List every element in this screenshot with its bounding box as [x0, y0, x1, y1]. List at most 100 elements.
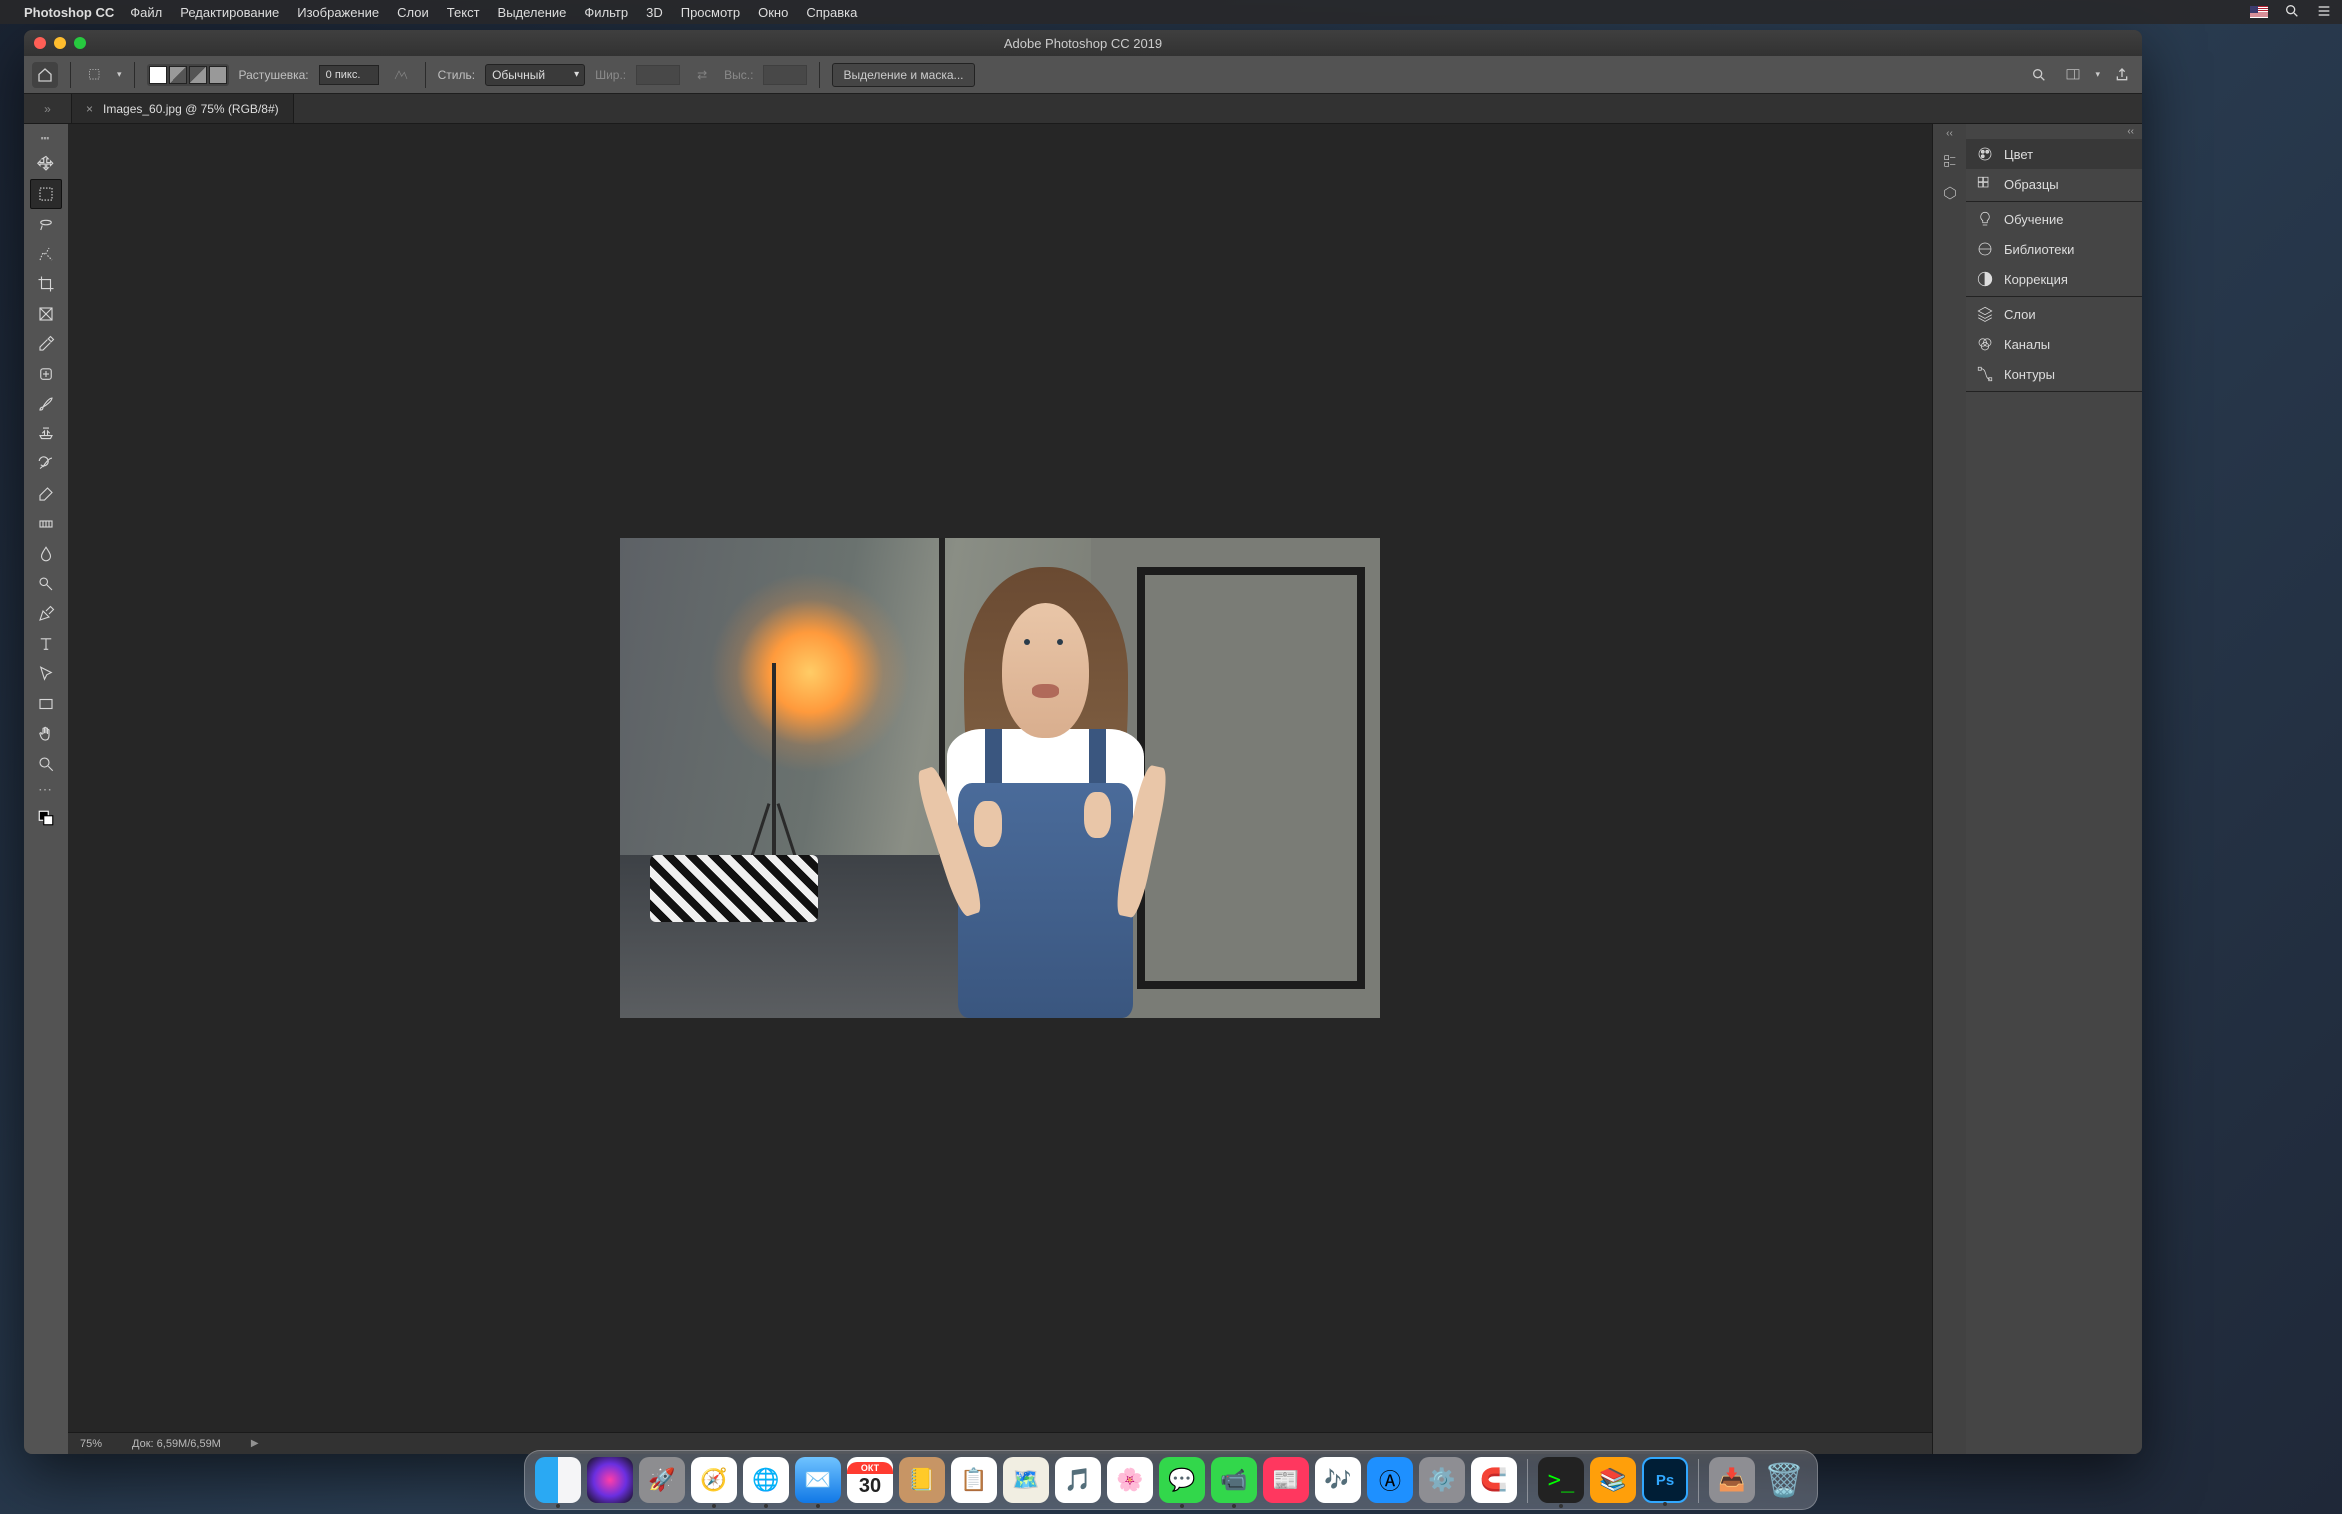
eraser-tool[interactable]	[30, 479, 62, 509]
panel-layers[interactable]: Слои	[1966, 299, 2142, 329]
menu-image[interactable]: Изображение	[297, 5, 379, 20]
tab-overflow-icon[interactable]: »	[24, 94, 72, 123]
document-tab[interactable]: × Images_60.jpg @ 75% (RGB/8#)	[72, 94, 294, 123]
gradient-tool[interactable]	[30, 509, 62, 539]
dock-trash[interactable]: 🗑️	[1761, 1457, 1807, 1503]
foreground-background-colors[interactable]	[30, 800, 62, 836]
dock-mail[interactable]: ✉️	[795, 1457, 841, 1503]
dock-launchpad[interactable]: 🚀	[639, 1457, 685, 1503]
frame-tool[interactable]	[30, 299, 62, 329]
window-titlebar[interactable]: Adobe Photoshop CC 2019	[24, 30, 2142, 56]
feather-input[interactable]	[319, 65, 379, 85]
pen-tool[interactable]	[30, 599, 62, 629]
panel-paths[interactable]: Контуры	[1966, 359, 2142, 389]
menu-select[interactable]: Выделение	[498, 5, 567, 20]
panel-libraries[interactable]: Библиотеки	[1966, 234, 2142, 264]
move-tool[interactable]	[30, 149, 62, 179]
collapse-panels-icon[interactable]: ‹‹	[1966, 124, 2142, 137]
dock-messages[interactable]: 💬	[1159, 1457, 1205, 1503]
window-maximize-button[interactable]	[74, 37, 86, 49]
menu-view[interactable]: Просмотр	[681, 5, 740, 20]
lasso-tool[interactable]	[30, 209, 62, 239]
control-center-icon[interactable]	[2316, 3, 2332, 22]
dock-itunes[interactable]: 🎶	[1315, 1457, 1361, 1503]
menu-help[interactable]: Справка	[806, 5, 857, 20]
search-icon[interactable]	[2027, 63, 2051, 87]
expand-panels-icon[interactable]: ‹‹	[1946, 128, 1953, 139]
dock-terminal[interactable]: >_	[1538, 1457, 1584, 1503]
blur-tool[interactable]	[30, 539, 62, 569]
app-name[interactable]: Photoshop CC	[24, 5, 114, 20]
marquee-tool-preset-icon[interactable]	[83, 63, 107, 87]
antialias-icon[interactable]	[389, 63, 413, 87]
menu-layers[interactable]: Слои	[397, 5, 429, 20]
hand-tool[interactable]	[30, 719, 62, 749]
history-brush-tool[interactable]	[30, 449, 62, 479]
dock-finder[interactable]	[535, 1457, 581, 1503]
status-menu-icon[interactable]: ▶	[251, 1438, 259, 1449]
zoom-level[interactable]: 75%	[80, 1438, 102, 1450]
selection-new-icon[interactable]	[149, 66, 167, 84]
select-and-mask-button[interactable]: Выделение и маска...	[832, 63, 974, 87]
tool-preset-dropdown[interactable]: ▾	[117, 69, 122, 80]
dock-contacts[interactable]: 📒	[899, 1457, 945, 1503]
dock-photoshop[interactable]: Ps	[1642, 1457, 1688, 1503]
selection-add-icon[interactable]	[169, 66, 187, 84]
dock-books[interactable]: 📚	[1590, 1457, 1636, 1503]
menu-3d[interactable]: 3D	[646, 5, 663, 20]
path-selection-tool[interactable]	[30, 659, 62, 689]
workspace-dropdown[interactable]: ▾	[2095, 69, 2100, 80]
dock-safari[interactable]: 🧭	[691, 1457, 737, 1503]
selection-subtract-icon[interactable]	[189, 66, 207, 84]
healing-brush-tool[interactable]	[30, 359, 62, 389]
dock-reminders[interactable]: 📋	[951, 1457, 997, 1503]
dock-appstore[interactable]: Ⓐ	[1367, 1457, 1413, 1503]
dock-news[interactable]: 📰	[1263, 1457, 1309, 1503]
panel-adjustments[interactable]: Коррекция	[1966, 264, 2142, 294]
panel-channels[interactable]: Каналы	[1966, 329, 2142, 359]
panel-color[interactable]: Цвет	[1966, 139, 2142, 169]
menu-edit[interactable]: Редактирование	[180, 5, 279, 20]
menu-filter[interactable]: Фильтр	[584, 5, 628, 20]
clone-stamp-tool[interactable]	[30, 419, 62, 449]
window-close-button[interactable]	[34, 37, 46, 49]
dock-calendar[interactable]: ОКТ30	[847, 1457, 893, 1503]
dock-magnet[interactable]: 🧲	[1471, 1457, 1517, 1503]
dodge-tool[interactable]	[30, 569, 62, 599]
style-select[interactable]: Обычный	[485, 64, 585, 86]
rectangle-tool[interactable]	[30, 689, 62, 719]
spotlight-icon[interactable]	[2284, 3, 2300, 22]
toolbox-more-icon[interactable]: ⋯	[38, 781, 54, 798]
menu-window[interactable]: Окно	[758, 5, 788, 20]
dock-facetime[interactable]: 📹	[1211, 1457, 1257, 1503]
window-minimize-button[interactable]	[54, 37, 66, 49]
properties-panel-icon[interactable]	[1937, 180, 1963, 206]
type-tool[interactable]	[30, 629, 62, 659]
dock-siri[interactable]	[587, 1457, 633, 1503]
workspace-switcher-icon[interactable]	[2061, 63, 2085, 87]
dock-system-preferences[interactable]: ⚙️	[1419, 1457, 1465, 1503]
eyedropper-tool[interactable]	[30, 329, 62, 359]
selection-intersect-icon[interactable]	[209, 66, 227, 84]
tab-close-icon[interactable]: ×	[86, 102, 93, 116]
quick-selection-tool[interactable]	[30, 239, 62, 269]
crop-tool[interactable]	[30, 269, 62, 299]
zoom-tool[interactable]	[30, 749, 62, 779]
history-panel-icon[interactable]	[1937, 148, 1963, 174]
menu-file[interactable]: Файл	[130, 5, 162, 20]
canvas-viewport[interactable]	[68, 124, 1932, 1432]
input-source-icon[interactable]	[2250, 6, 2268, 18]
brush-tool[interactable]	[30, 389, 62, 419]
dock-music[interactable]: 🎵	[1055, 1457, 1101, 1503]
dock-photos[interactable]: 🌸	[1107, 1457, 1153, 1503]
share-icon[interactable]	[2110, 63, 2134, 87]
menu-type[interactable]: Текст	[447, 5, 480, 20]
dock-downloads[interactable]: 📥	[1709, 1457, 1755, 1503]
home-button[interactable]	[32, 62, 58, 88]
toolbox-grip-icon[interactable]: ┅	[41, 130, 51, 147]
panel-learn[interactable]: Обучение	[1966, 204, 2142, 234]
doc-size-label[interactable]: Док: 6,59M/6,59M	[132, 1438, 221, 1450]
panel-swatches[interactable]: Образцы	[1966, 169, 2142, 199]
dock-chrome[interactable]: 🌐	[743, 1457, 789, 1503]
dock-maps[interactable]: 🗺️	[1003, 1457, 1049, 1503]
